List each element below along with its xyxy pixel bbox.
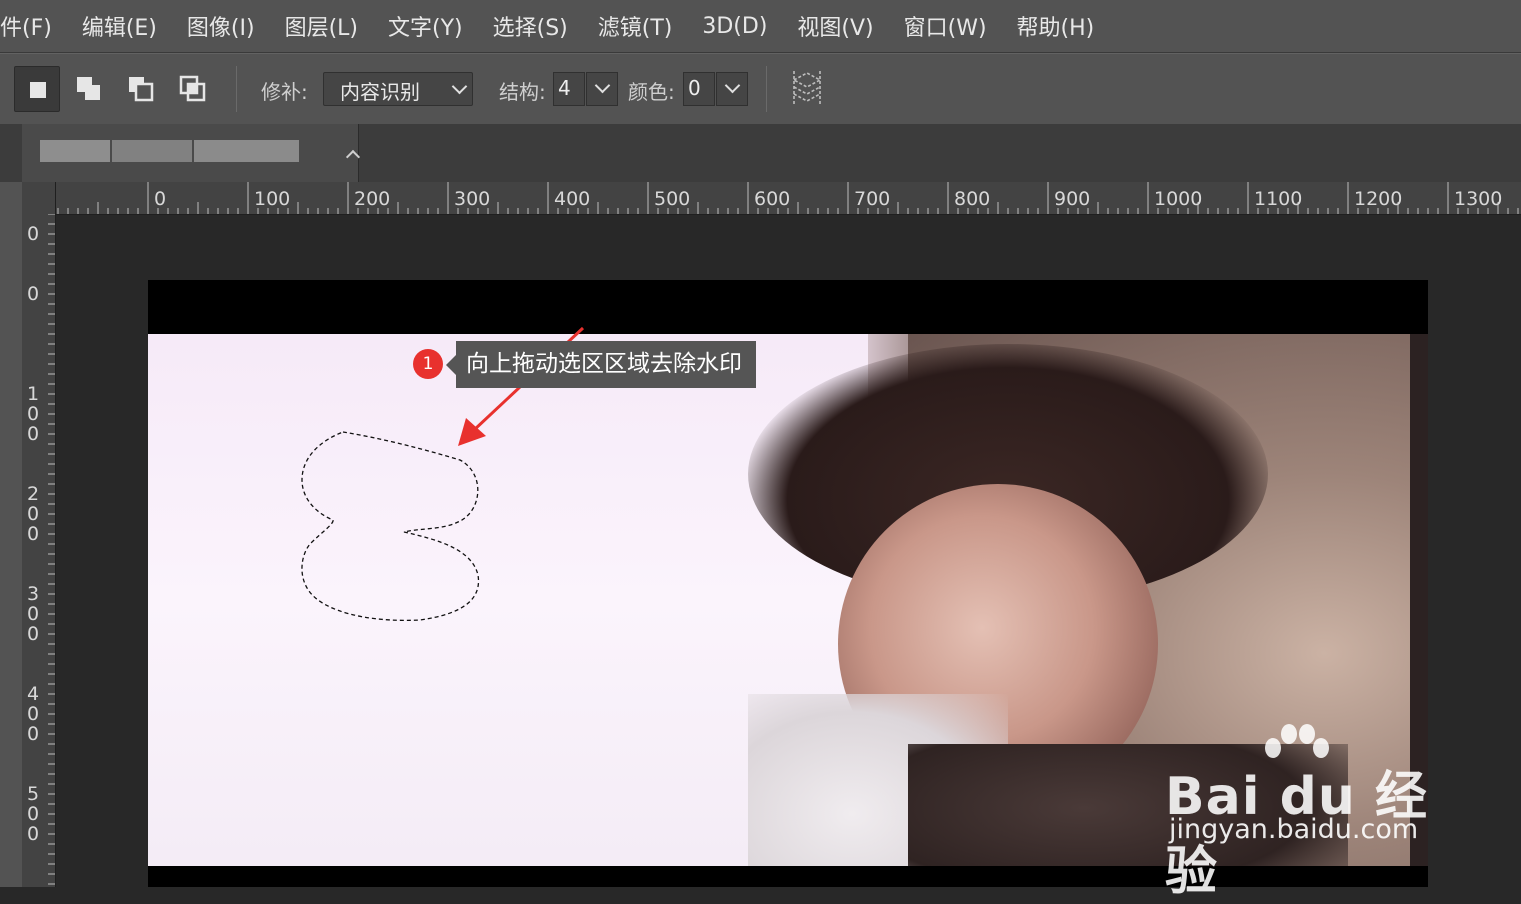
baidu-jingyan-watermark: Bai du 经验 jingyan.baidu.com — [1165, 722, 1445, 902]
selection-marquee[interactable] — [301, 431, 480, 621]
watermark-url: jingyan.baidu.com — [1169, 814, 1419, 845]
step-badge: 1 — [413, 349, 443, 379]
callout-tooltip: 向上拖动选区区域去除水印 — [446, 341, 756, 388]
